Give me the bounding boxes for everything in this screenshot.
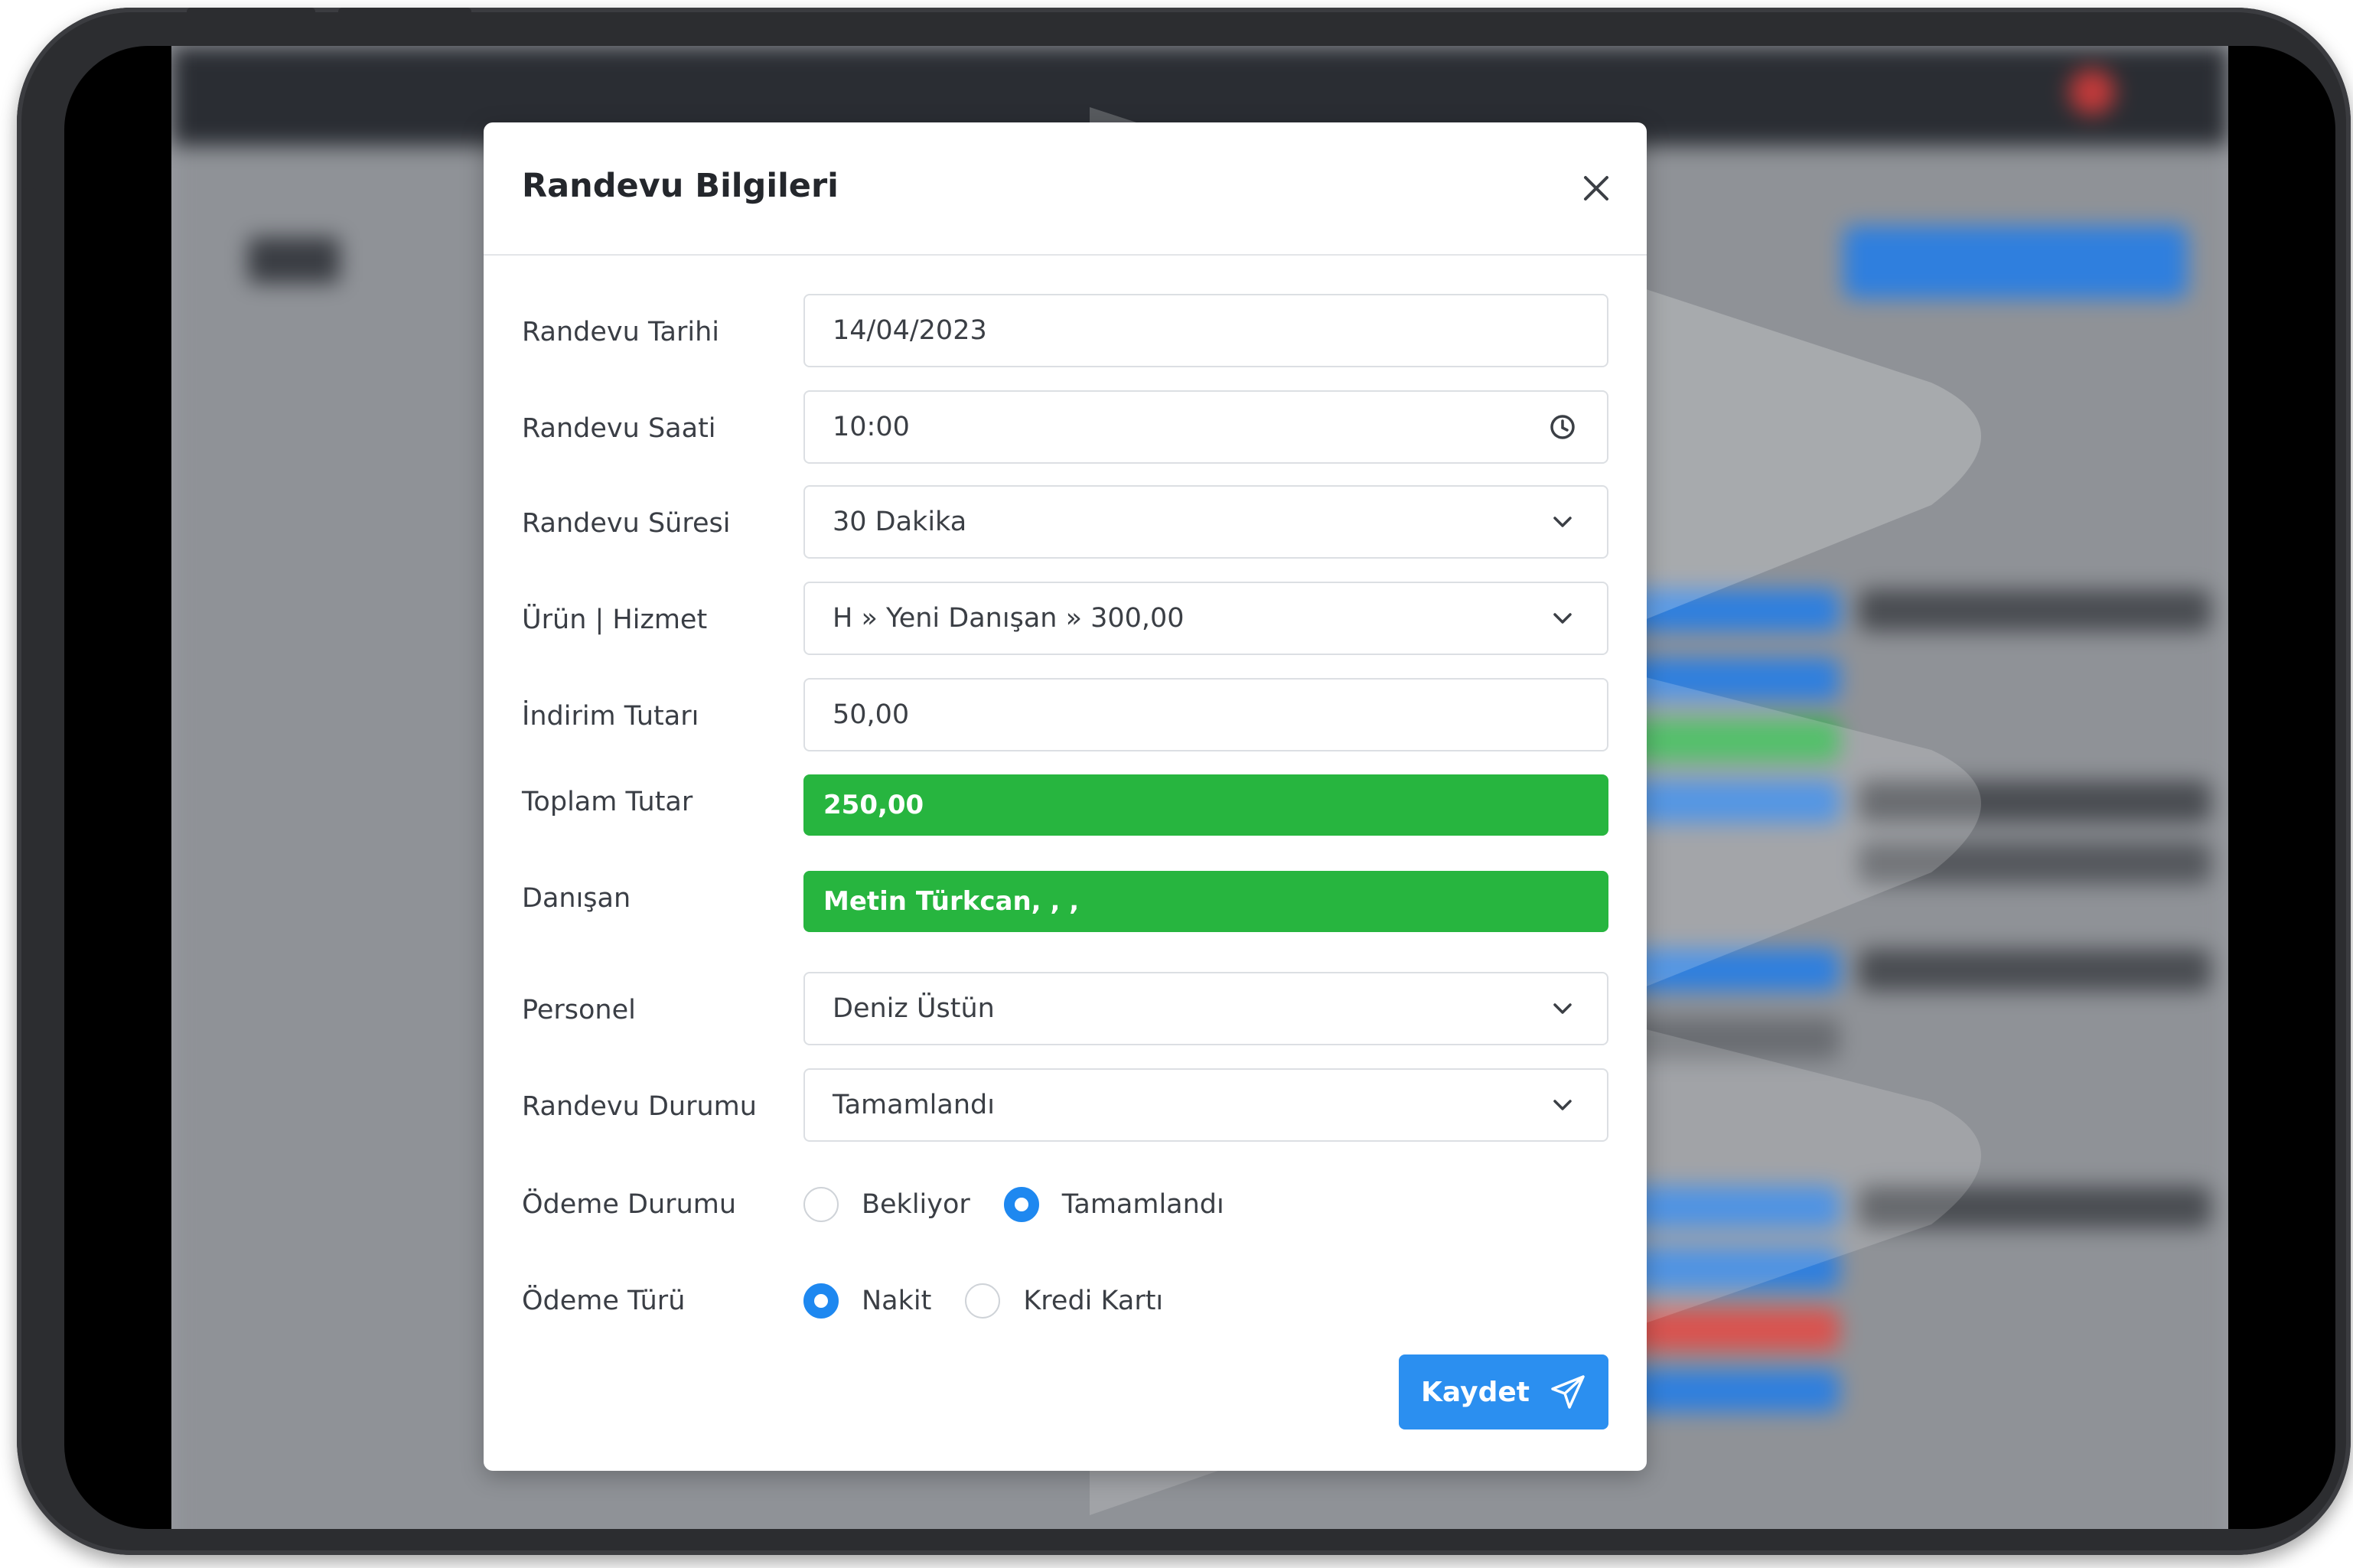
field-value: Metin Türkcan, , ,	[823, 886, 1080, 917]
field-value: 30 Dakika	[833, 507, 967, 537]
row-payment-status: Ödeme Durumu Bekliyor Tamamlandı	[522, 1166, 1608, 1243]
field-value: 14/04/2023	[833, 315, 987, 346]
field-label: Ödeme Türü	[522, 1286, 686, 1316]
bg-page-title	[248, 237, 340, 283]
duration-select[interactable]: 30 Dakika	[803, 485, 1608, 559]
field-value: H » Yeni Danışan » 300,00	[833, 603, 1185, 634]
field-label: Randevu Durumu	[522, 1091, 757, 1122]
field-label: Randevu Saati	[522, 413, 716, 444]
row-appointment-status: Randevu Durumu Tamamlandı	[522, 1068, 1608, 1145]
total-amount-display: 250,00	[803, 774, 1608, 836]
product-service-select[interactable]: H » Yeni Danışan » 300,00	[803, 582, 1608, 655]
device-top-button-2	[338, 8, 471, 20]
row-total: Toplam Tutar 250,00	[522, 764, 1608, 840]
row-appointment-date: Randevu Tarihi 14/04/2023	[522, 294, 1608, 370]
radio-payment-completed[interactable]: Tamamlandı	[1003, 1187, 1224, 1222]
chevron-down-icon	[1553, 517, 1572, 527]
tablet-device: Randevu Bilgileri Randevu Tarihi 14/04/2…	[17, 8, 2351, 1555]
radio-payment-credit-card[interactable]: Kredi Kartı	[965, 1283, 1163, 1319]
appointment-modal: Randevu Bilgileri Randevu Tarihi 14/04/2…	[484, 122, 1647, 1471]
save-button-label: Kaydet	[1421, 1376, 1530, 1408]
payment-status-radio-group: Bekliyor Tamamlandı	[803, 1187, 1258, 1222]
field-label: Ödeme Durumu	[522, 1189, 737, 1220]
row-staff: Personel Deniz Üstün	[522, 972, 1608, 1048]
field-value: 250,00	[823, 790, 924, 820]
chevron-down-icon	[1553, 1100, 1572, 1110]
modal-title: Randevu Bilgileri	[522, 167, 839, 205]
field-value: Deniz Üstün	[833, 993, 995, 1024]
payment-type-radio-group: Nakit Kredi Kartı	[803, 1283, 1197, 1319]
radio-label: Tamamlandı	[1061, 1189, 1224, 1220]
appointment-date-input[interactable]: 14/04/2023	[803, 294, 1608, 367]
appointment-time-input[interactable]: 10:00	[803, 390, 1608, 464]
radio-label: Bekliyor	[862, 1189, 970, 1220]
device-screen: Randevu Bilgileri Randevu Tarihi 14/04/2…	[171, 46, 2228, 1529]
field-label: Randevu Tarihi	[522, 317, 720, 347]
field-value: 50,00	[833, 699, 910, 730]
radio-label: Kredi Kartı	[1023, 1286, 1164, 1316]
device-top-button	[187, 8, 315, 20]
device-bezel: Randevu Bilgileri Randevu Tarihi 14/04/2…	[64, 46, 2335, 1529]
row-product-service: Ürün | Hizmet H » Yeni Danışan » 300,00	[522, 582, 1608, 658]
radio-label: Nakit	[862, 1286, 932, 1316]
row-client: Danışan Metin Türkcan, , ,	[522, 860, 1608, 937]
field-label: Danışan	[522, 883, 631, 914]
row-appointment-duration: Randevu Süresi 30 Dakika	[522, 485, 1608, 562]
client-display: Metin Türkcan, , ,	[803, 871, 1608, 932]
radio-payment-pending[interactable]: Bekliyor	[803, 1187, 970, 1222]
row-discount: İndirim Tutarı 50,00	[522, 678, 1608, 755]
save-button[interactable]: Kaydet	[1399, 1354, 1608, 1429]
radio-circle[interactable]	[803, 1187, 839, 1222]
field-label: Toplam Tutar	[522, 787, 693, 817]
radio-circle[interactable]	[1003, 1187, 1039, 1222]
close-button[interactable]	[1575, 167, 1618, 210]
radio-payment-cash[interactable]: Nakit	[803, 1283, 931, 1319]
chevron-down-icon	[1553, 1003, 1572, 1014]
staff-select[interactable]: Deniz Üstün	[803, 972, 1608, 1045]
device-side-button	[23, 188, 37, 341]
field-label: Ürün | Hizmet	[522, 605, 708, 635]
field-value: Tamamlandı	[833, 1090, 995, 1120]
modal-header: Randevu Bilgileri	[484, 122, 1647, 256]
send-icon	[1551, 1375, 1585, 1409]
radio-circle[interactable]	[965, 1283, 1001, 1319]
close-icon	[1584, 176, 1608, 200]
discount-input[interactable]: 50,00	[803, 678, 1608, 751]
clock-icon[interactable]	[1547, 412, 1578, 442]
appointment-status-select[interactable]: Tamamlandı	[803, 1068, 1608, 1142]
field-value: 10:00	[833, 412, 910, 442]
chevron-down-icon	[1553, 613, 1572, 624]
row-payment-type: Ödeme Türü Nakit Kredi Kartı	[522, 1263, 1608, 1339]
field-label: Randevu Süresi	[522, 508, 731, 539]
field-label: İndirim Tutarı	[522, 701, 699, 732]
radio-circle[interactable]	[803, 1283, 839, 1319]
row-appointment-time: Randevu Saati 10:00	[522, 390, 1608, 467]
field-label: Personel	[522, 995, 636, 1025]
